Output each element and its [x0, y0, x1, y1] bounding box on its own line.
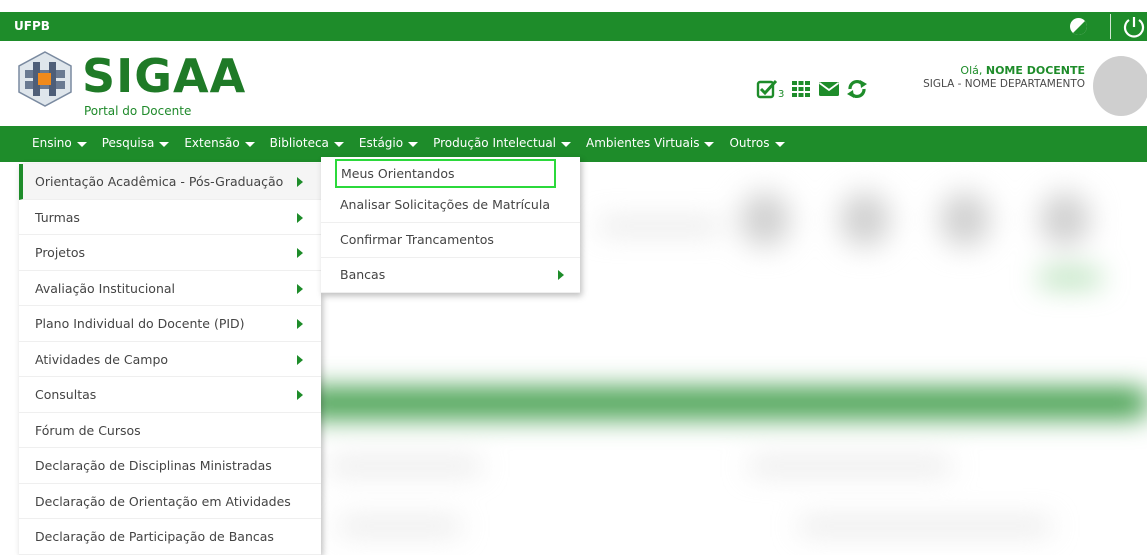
chevron-right-icon: [297, 283, 303, 294]
user-name: NOME DOCENTE: [985, 64, 1085, 77]
chevron-right-icon: [558, 270, 564, 280]
orientacao-submenu: Meus Orientandos Analisar Solicitações d…: [321, 157, 580, 293]
notification-count: 3: [778, 88, 785, 100]
app-title: SIGAA: [82, 49, 247, 103]
portal-subtitle: Portal do Docente: [84, 104, 192, 118]
grid-icon[interactable]: [790, 78, 812, 100]
nav-ensino[interactable]: Ensino: [32, 136, 87, 150]
menu-item-declaracao-orientacao[interactable]: Declaração de Orientação em Atividades: [19, 484, 321, 519]
chevron-right-icon: [297, 212, 303, 223]
nav-outros[interactable]: Outros: [729, 136, 785, 150]
submenu-item-analisar-solicitacoes[interactable]: Analisar Solicitações de Matrícula: [321, 188, 580, 223]
caret-down-icon: [333, 141, 344, 147]
menu-item-orientacao-academica[interactable]: Orientação Acadêmica - Pós-Graduação: [19, 164, 321, 200]
greeting-prefix: Olá,: [960, 64, 986, 77]
top-bar-divider: [1110, 14, 1111, 39]
power-icon[interactable]: [1121, 14, 1147, 40]
chevron-right-icon: [297, 248, 303, 258]
nav-biblioteca[interactable]: Biblioteca: [270, 136, 344, 150]
user-greeting: Olá, NOME DOCENTE SIGLA - NOME DEPARTAME…: [923, 64, 1085, 90]
chevron-right-icon: [297, 177, 303, 187]
mail-icon[interactable]: [818, 78, 840, 100]
caret-down-icon: [408, 141, 419, 147]
header-icons: 3: [756, 78, 868, 100]
nav-pesquisa[interactable]: Pesquisa: [102, 136, 170, 150]
user-department: SIGLA - NOME DEPARTAMENTO: [923, 78, 1085, 90]
menu-item-turmas[interactable]: Turmas: [19, 200, 321, 235]
nav-producao-intelectual[interactable]: Produção Intelectual: [433, 136, 572, 150]
chevron-right-icon: [297, 354, 303, 365]
nav-extensao[interactable]: Extensão: [184, 136, 255, 150]
menu-item-declaracao-disciplinas[interactable]: Declaração de Disciplinas Ministradas: [19, 448, 321, 484]
sigaa-logo-icon: [18, 51, 72, 107]
chevron-right-icon: [297, 319, 303, 329]
top-bar-background: [0, 12, 1147, 41]
menu-item-projetos[interactable]: Projetos: [19, 235, 321, 271]
menu-item-forum-cursos[interactable]: Fórum de Cursos: [19, 413, 321, 448]
menu-item-declaracao-bancas[interactable]: Declaração de Participação de Bancas: [19, 519, 321, 555]
caret-down-icon: [76, 141, 87, 147]
top-bar: [0, 0, 1147, 41]
caret-down-icon: [774, 141, 785, 147]
menu-item-pid[interactable]: Plano Individual do Docente (PID): [19, 306, 321, 342]
submenu-item-bancas[interactable]: Bancas: [321, 258, 580, 293]
caret-down-icon: [561, 141, 572, 147]
menu-item-avaliacao-institucional[interactable]: Avaliação Institucional: [19, 271, 321, 306]
contrast-icon[interactable]: [1070, 18, 1087, 35]
refresh-icon[interactable]: [846, 78, 868, 100]
institution-label: UFPB: [14, 19, 50, 33]
caret-down-icon: [704, 141, 715, 147]
avatar[interactable]: [1093, 56, 1147, 116]
menu-item-consultas[interactable]: Consultas: [19, 377, 321, 413]
nav-estagio[interactable]: Estágio: [359, 136, 419, 150]
submenu-item-confirmar-trancamentos[interactable]: Confirmar Trancamentos: [321, 223, 580, 258]
checkbox-icon[interactable]: [756, 78, 778, 100]
chevron-right-icon: [297, 390, 303, 400]
caret-down-icon: [244, 141, 255, 147]
ensino-dropdown: Orientação Acadêmica - Pós-Graduação Tur…: [19, 164, 321, 555]
caret-down-icon: [159, 141, 170, 147]
menu-item-atividades-campo[interactable]: Atividades de Campo: [19, 342, 321, 377]
main-nav: Ensino Pesquisa Extensão Biblioteca Está…: [32, 136, 800, 150]
submenu-item-meus-orientandos[interactable]: Meus Orientandos: [335, 159, 556, 188]
nav-ambientes-virtuais[interactable]: Ambientes Virtuais: [586, 136, 715, 150]
